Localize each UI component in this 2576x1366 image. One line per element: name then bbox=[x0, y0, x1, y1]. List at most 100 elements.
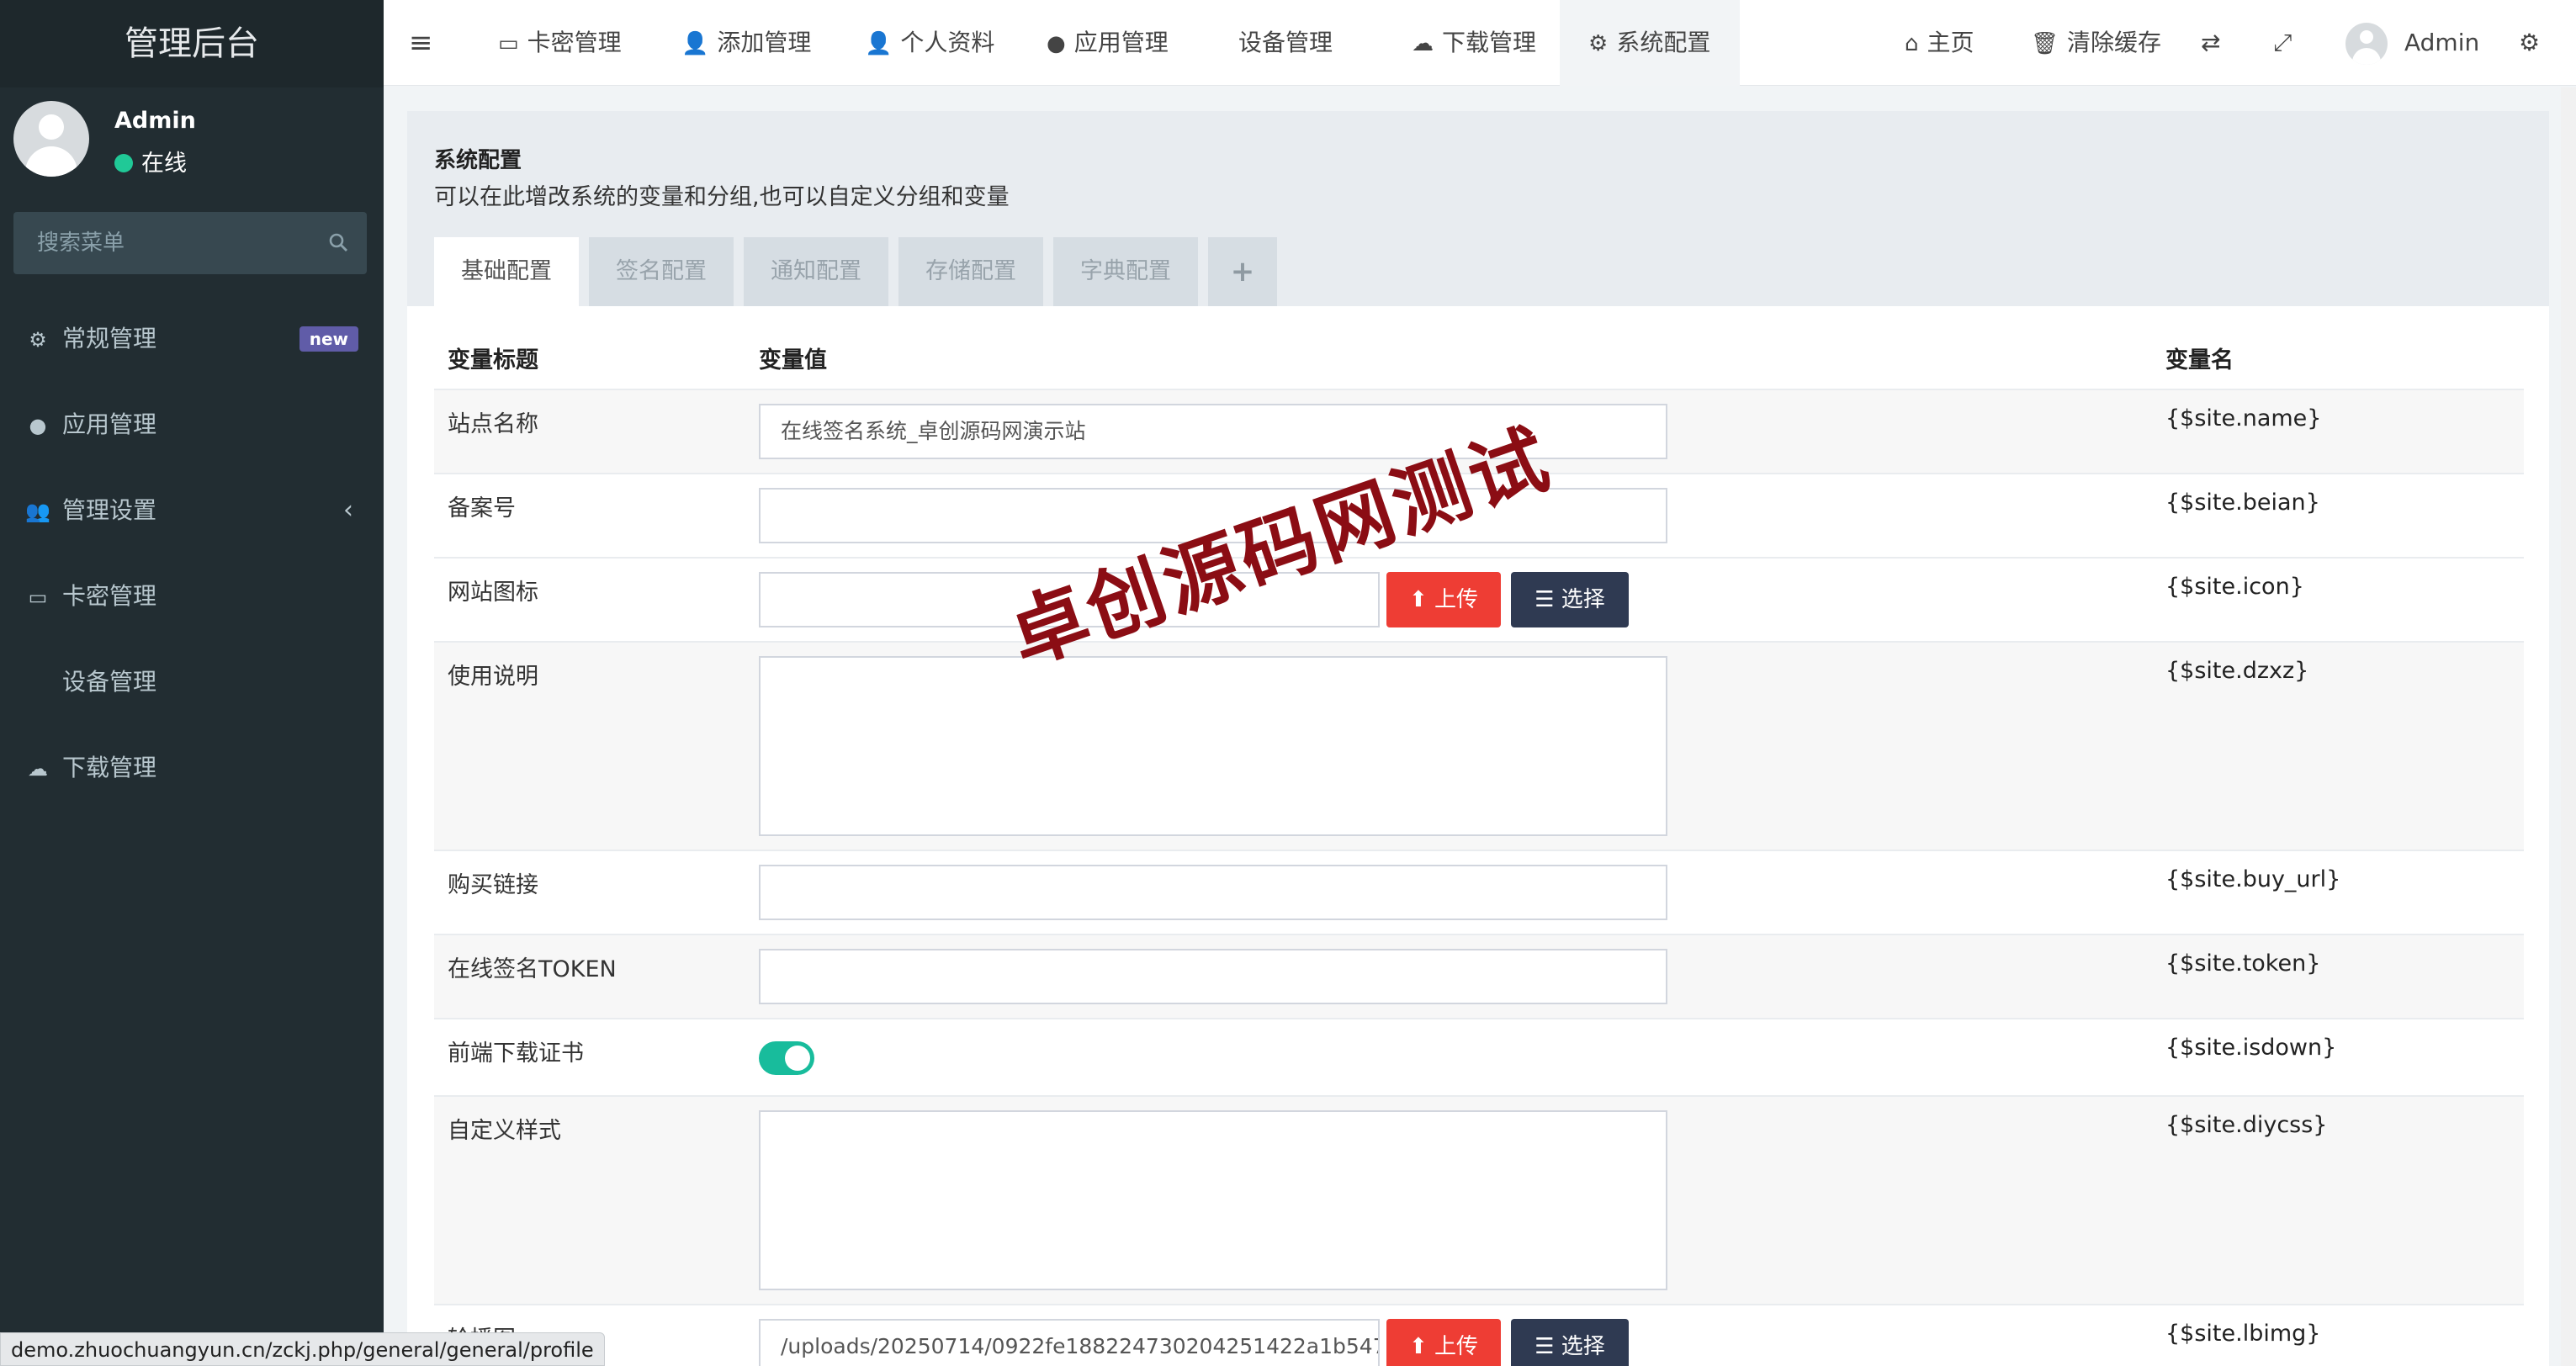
sidebar-item-label: 下载管理 bbox=[62, 754, 157, 781]
row-title: 购买链接 bbox=[448, 872, 538, 898]
cloud-download-icon: ☁ bbox=[1412, 31, 1434, 56]
choose-button[interactable]: ☰ 选择 bbox=[1511, 1319, 1629, 1366]
custom-css-textarea[interactable] bbox=[759, 1110, 1667, 1290]
tab-profile[interactable]: 👤 个人资料 bbox=[851, 0, 1008, 86]
app-store-icon: ● bbox=[1047, 31, 1066, 56]
list-icon: ☰ bbox=[1534, 587, 1561, 612]
row-title: 在线签名TOKEN bbox=[448, 956, 617, 982]
row-var-name: {$site.beian} bbox=[2165, 490, 2320, 516]
sidebar-item-general[interactable]: ⚙ 常规管理 new bbox=[0, 301, 384, 377]
tab-downloads[interactable]: ☁ 下载管理 bbox=[1398, 0, 1550, 86]
row-title: 自定义样式 bbox=[448, 1118, 561, 1144]
add-tab-button[interactable]: + bbox=[1208, 237, 1277, 306]
top-header: ≡ ▭ 卡密管理 👤 添加管理 👤 个人资料 ● 应用管理 设备管理 ☁ 下载管理 ⚙ 系统… bbox=[384, 0, 2576, 86]
user-panel: Admin 在线 bbox=[13, 101, 370, 185]
page-scrollbar[interactable] bbox=[2561, 87, 2576, 1366]
row-var-name: {$site.token} bbox=[2165, 950, 2321, 977]
user-icon: 👤 bbox=[865, 31, 893, 56]
upload-icon: ⬆ bbox=[1408, 1334, 1435, 1359]
user-status-label: 在线 bbox=[141, 151, 187, 177]
search-icon[interactable] bbox=[328, 232, 348, 252]
cogs-icon: ⚙ bbox=[29, 328, 47, 352]
upload-icon: ⬆ bbox=[1408, 587, 1435, 612]
table-row: 购买链接 {$site.buy_url} bbox=[434, 850, 2524, 934]
translate-icon[interactable]: ⇄ bbox=[2201, 0, 2220, 86]
sidebar-item-label: 应用管理 bbox=[62, 410, 157, 438]
column-header-value: 变量值 bbox=[759, 347, 827, 373]
table-row: 使用说明 {$site.dzxz} bbox=[434, 641, 2524, 850]
clear-cache-label: 清除缓存 bbox=[2067, 29, 2162, 56]
fullscreen-icon[interactable]: ⤢ bbox=[2273, 0, 2292, 86]
tab-label: 卡密管理 bbox=[527, 29, 622, 56]
gear-icon: ⚙ bbox=[1588, 31, 1609, 56]
choose-label: 选择 bbox=[1561, 1334, 1605, 1359]
menu-toggle-icon[interactable]: ≡ bbox=[409, 0, 433, 86]
sidebar-item-downloads[interactable]: ☁ 下载管理 bbox=[0, 730, 384, 806]
tab-system-config[interactable]: ⚙ 系统配置 bbox=[1560, 0, 1740, 86]
choose-button[interactable]: ☰ 选择 bbox=[1511, 572, 1629, 627]
sidebar-item-admin-settings[interactable]: 👥 管理设置 ‹ bbox=[0, 473, 384, 548]
upload-label: 上传 bbox=[1434, 587, 1479, 612]
trash-icon: 🗑 bbox=[2031, 31, 2059, 56]
row-var-name: {$site.diycss} bbox=[2165, 1112, 2328, 1138]
carousel-image-input[interactable]: /uploads/20250714/0922fe1882247302042514… bbox=[759, 1319, 1380, 1366]
tab-devices[interactable]: 设备管理 bbox=[1216, 0, 1346, 86]
sidebar-item-devices[interactable]: 设备管理 bbox=[0, 644, 384, 720]
brand-title[interactable]: 管理后台 bbox=[0, 0, 384, 87]
credit-card-icon: ▭ bbox=[498, 31, 519, 56]
sidebar-item-label: 设备管理 bbox=[62, 668, 157, 696]
tab-label: 添加管理 bbox=[717, 29, 812, 56]
home-label: 主页 bbox=[1927, 29, 1974, 56]
row-var-name: {$site.icon} bbox=[2165, 574, 2304, 600]
tab-label: 个人资料 bbox=[900, 29, 995, 56]
sidebar-item-label: 常规管理 bbox=[62, 325, 157, 352]
column-header-title: 变量标题 bbox=[448, 347, 538, 373]
upload-button[interactable]: ⬆ 上传 bbox=[1386, 572, 1501, 627]
row-var-name: {$site.isdown} bbox=[2165, 1035, 2337, 1061]
tab-cards[interactable]: ▭ 卡密管理 bbox=[485, 0, 635, 86]
tab-sign-config[interactable]: 签名配置 bbox=[589, 237, 734, 306]
menu-search bbox=[13, 212, 367, 274]
avatar bbox=[2345, 23, 2388, 65]
row-var-name: {$site.buy_url} bbox=[2165, 866, 2341, 892]
menu-search-input[interactable] bbox=[13, 212, 316, 274]
tab-notify-config[interactable]: 通知配置 bbox=[744, 237, 888, 306]
buy-url-input[interactable] bbox=[759, 865, 1667, 920]
tab-storage-config[interactable]: 存储配置 bbox=[898, 237, 1043, 306]
tab-label: 系统配置 bbox=[1616, 29, 1711, 56]
user-icon: 👤 bbox=[681, 31, 709, 56]
page-description: 可以在此增改系统的变量和分组,也可以自定义分组和变量 bbox=[434, 184, 1010, 210]
home-link[interactable]: ⌂ 主页 bbox=[1905, 0, 1974, 86]
row-var-name: {$site.dzxz} bbox=[2165, 658, 2309, 684]
sidebar-item-label: 卡密管理 bbox=[62, 582, 157, 610]
upload-button[interactable]: ⬆ 上传 bbox=[1386, 1319, 1501, 1366]
home-icon: ⌂ bbox=[1905, 31, 1919, 56]
usage-instructions-textarea[interactable] bbox=[759, 656, 1667, 836]
row-var-name: {$site.name} bbox=[2165, 405, 2322, 432]
tab-dict-config[interactable]: 字典配置 bbox=[1053, 237, 1198, 306]
control-sidebar-cogs-icon[interactable]: ⚙ bbox=[2519, 0, 2540, 86]
link-status-bar: demo.zhuochuangyun.cn/zckj.php/general/g… bbox=[0, 1332, 605, 1366]
header-user-name: Admin bbox=[2404, 29, 2480, 56]
download-cert-toggle[interactable] bbox=[759, 1041, 814, 1075]
tab-apps[interactable]: ● 应用管理 bbox=[1033, 0, 1182, 86]
tab-add-admin[interactable]: 👤 添加管理 bbox=[668, 0, 824, 86]
credit-card-icon: ▭ bbox=[28, 585, 48, 609]
token-input[interactable] bbox=[759, 949, 1667, 1004]
sidebar-item-cards[interactable]: ▭ 卡密管理 bbox=[0, 559, 384, 634]
table-row: 在线签名TOKEN {$site.token} bbox=[434, 934, 2524, 1018]
cloud-download-icon: ☁ bbox=[28, 757, 48, 781]
panel-heading: 系统配置 可以在此增改系统的变量和分组,也可以自定义分组和变量 基础配置 签名配… bbox=[407, 111, 2549, 306]
clear-cache-button[interactable]: 🗑 清除缓存 bbox=[2031, 0, 2161, 86]
online-dot-icon bbox=[114, 154, 133, 172]
tab-label: 下载管理 bbox=[1442, 29, 1537, 56]
row-title: 备案号 bbox=[448, 495, 516, 522]
page-title: 系统配置 bbox=[434, 148, 522, 173]
tab-basic-config[interactable]: 基础配置 bbox=[434, 237, 579, 306]
row-title: 前端下载证书 bbox=[448, 1040, 584, 1067]
row-var-name: {$site.lbimg} bbox=[2165, 1321, 2321, 1347]
choose-label: 选择 bbox=[1561, 587, 1605, 612]
header-user-menu[interactable]: Admin bbox=[2345, 0, 2479, 86]
users-icon: 👥 bbox=[25, 500, 50, 523]
sidebar-item-apps[interactable]: ● 应用管理 bbox=[0, 387, 384, 463]
